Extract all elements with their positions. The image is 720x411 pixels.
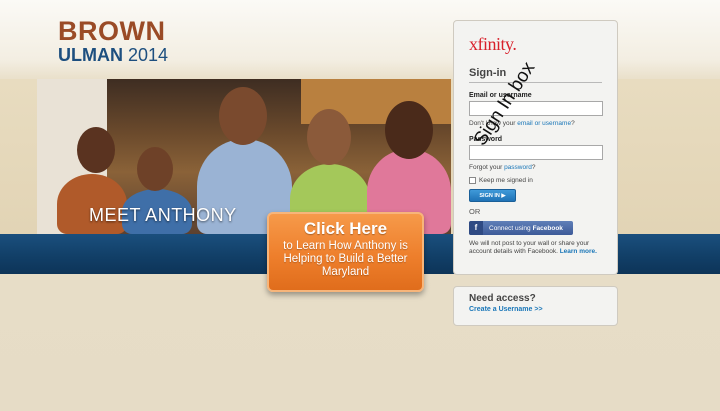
- create-username-link[interactable]: Create a Username >>: [469, 306, 602, 313]
- person-5-head: [385, 101, 433, 159]
- click-here-button[interactable]: Click Here to Learn How Anthony is Helpi…: [267, 212, 424, 292]
- need-access-title: Need access?: [469, 293, 536, 304]
- connect-facebook-button[interactable]: f Connect using Facebook: [469, 221, 573, 235]
- password-help-prefix: Forgot your: [469, 164, 503, 171]
- forgot-password-link[interactable]: password: [504, 164, 532, 171]
- email-help-link[interactable]: email: [517, 120, 533, 127]
- person-2-head: [137, 147, 173, 191]
- or-divider: OR: [469, 207, 481, 216]
- remember-me-label: Keep me signed in: [479, 177, 533, 184]
- sign-in-title: Sign-in: [469, 67, 602, 83]
- cta-title: Click Here: [303, 219, 388, 238]
- need-access-box: Need access? Create a Username >>: [453, 286, 618, 326]
- email-input[interactable]: [469, 101, 603, 116]
- sign-in-box: xfinity. Sign-in Email or username Don't…: [453, 20, 618, 275]
- username-help-link[interactable]: username: [542, 120, 571, 127]
- hero-caption: MEET ANTHONY: [89, 205, 237, 225]
- learn-more-link[interactable]: Learn more.: [560, 248, 597, 255]
- facebook-bold: Facebook: [532, 224, 563, 232]
- logo-line1: BROWN: [58, 16, 166, 46]
- remember-me-checkbox[interactable]: [469, 177, 476, 184]
- xfinity-logo: xfinity.: [469, 34, 517, 54]
- person-4-head: [307, 109, 351, 165]
- remember-me[interactable]: Keep me signed in: [469, 177, 602, 184]
- logo-name: ULMAN: [58, 45, 123, 65]
- campaign-logo[interactable]: BROWN ULMAN 2014: [58, 16, 168, 65]
- logo-line2: ULMAN 2014: [58, 46, 168, 64]
- facebook-disclaimer: We will not post to your wall or share y…: [469, 240, 602, 256]
- password-help-suffix: ?: [531, 164, 536, 171]
- facebook-prefix: Connect using: [489, 224, 531, 232]
- facebook-icon: f: [469, 221, 483, 235]
- email-help: Don't know your email or username?: [469, 120, 602, 127]
- email-help-or[interactable]: or: [535, 120, 541, 127]
- password-input[interactable]: [469, 145, 603, 160]
- email-help-suffix: ?: [571, 120, 575, 127]
- person-1-head: [77, 127, 115, 173]
- email-label: Email or username: [469, 92, 532, 99]
- password-label: Password: [469, 136, 503, 143]
- cta-subtitle: to Learn How Anthony is Helping to Build…: [283, 240, 408, 278]
- person-3-head: [219, 87, 267, 145]
- sign-in-button[interactable]: SIGN IN ▶: [469, 189, 516, 202]
- email-help-prefix: Don't know your: [469, 120, 516, 127]
- logo-year: 2014: [128, 45, 169, 65]
- password-help: Forgot your password?: [469, 164, 602, 171]
